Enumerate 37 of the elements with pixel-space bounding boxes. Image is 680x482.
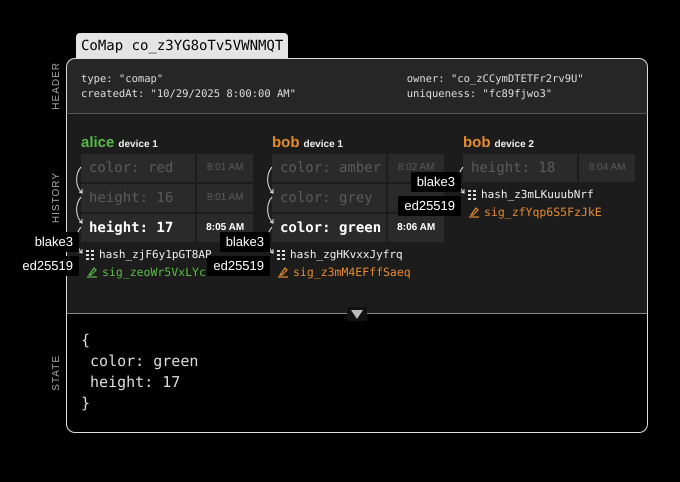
signature-value: sig_zfYqp6S5FzJkE: [484, 204, 602, 218]
hash-icon: [86, 250, 95, 260]
entry-text: height: 17: [81, 214, 196, 242]
hash-value: hash_z3mLKuuubNrf: [481, 188, 594, 201]
header-field: createdAt: "10/29/2025 8:00:00 AM": [81, 87, 407, 102]
user-name: bob: [463, 134, 490, 151]
entry-text: color: green: [272, 214, 386, 242]
section-label: STATE: [50, 355, 62, 391]
signature-value: sig_zeoWr5VxLYc: [102, 264, 206, 278]
header-field: uniqueness: "fc89fjwo3": [406, 87, 633, 102]
header-field: owner: "co_zCCymDTETFr2rv9U": [406, 72, 633, 87]
device-label: device 1: [118, 139, 158, 150]
section-label: HISTORY: [50, 172, 62, 224]
entry-time: 8:06 AM: [397, 222, 436, 233]
state-line: }: [81, 393, 92, 414]
header-field: type: "comap": [81, 72, 407, 87]
algorithm-tag: blake3: [220, 232, 270, 252]
user-name: bob: [272, 134, 300, 151]
state-line: color: green: [89, 351, 200, 372]
signature-icon: [277, 266, 289, 278]
hash-icon: [277, 250, 286, 260]
hash-value: hash_zgHKvxxJyfrq: [290, 248, 403, 261]
hash-icon: [468, 190, 477, 200]
signature-icon: [468, 206, 480, 218]
state-line: height: 17: [89, 372, 182, 393]
device-label: device 2: [494, 139, 534, 150]
device-label: device 1: [304, 139, 343, 150]
entry-time: 8:05 AM: [206, 222, 244, 233]
algorithm-tag: blake3: [410, 172, 461, 192]
section-label: HEADER: [50, 62, 62, 110]
state-line: {: [81, 330, 92, 351]
signature-value: sig_z3mM4EFffSaeq: [293, 264, 411, 278]
algorithm-tag: ed25519: [207, 256, 270, 276]
user-name: alice: [81, 134, 114, 151]
signature-icon: [86, 266, 98, 278]
algorithm-tag: ed25519: [398, 196, 461, 216]
object-title: CoMap co_z3YG8oTv5VWNMQT: [76, 33, 288, 58]
